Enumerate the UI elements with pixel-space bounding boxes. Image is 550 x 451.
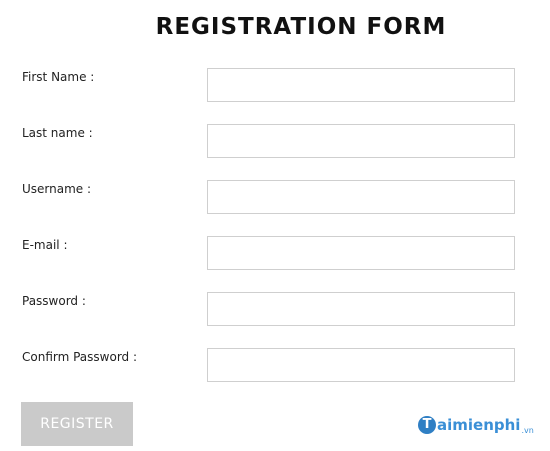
watermark-suffix: .vn	[521, 426, 534, 435]
register-button[interactable]: REGISTER	[21, 402, 133, 446]
username-row: Username :	[0, 180, 550, 216]
confirm-password-input[interactable]	[207, 348, 515, 382]
first-name-row: First Name :	[0, 68, 550, 104]
watermark-logo: T aimienphi .vn	[418, 414, 534, 436]
password-row: Password :	[0, 292, 550, 328]
last-name-input[interactable]	[207, 124, 515, 158]
last-name-row: Last name :	[0, 124, 550, 160]
username-label: Username :	[22, 182, 92, 196]
confirm-password-row: Confirm Password :	[0, 348, 550, 384]
form-title: REGISTRATION FORM	[155, 14, 447, 40]
username-input[interactable]	[207, 180, 515, 214]
watermark-text: aimienphi	[437, 416, 521, 434]
first-name-input[interactable]	[207, 68, 515, 102]
email-row: E-mail :	[0, 236, 550, 272]
confirm-password-label: Confirm Password :	[22, 350, 138, 364]
email-label: E-mail :	[22, 238, 68, 252]
password-input[interactable]	[207, 292, 515, 326]
password-label: Password :	[22, 294, 86, 308]
watermark-logo-icon: T	[418, 416, 436, 434]
email-input[interactable]	[207, 236, 515, 270]
first-name-label: First Name :	[22, 70, 95, 84]
last-name-label: Last name :	[22, 126, 93, 140]
